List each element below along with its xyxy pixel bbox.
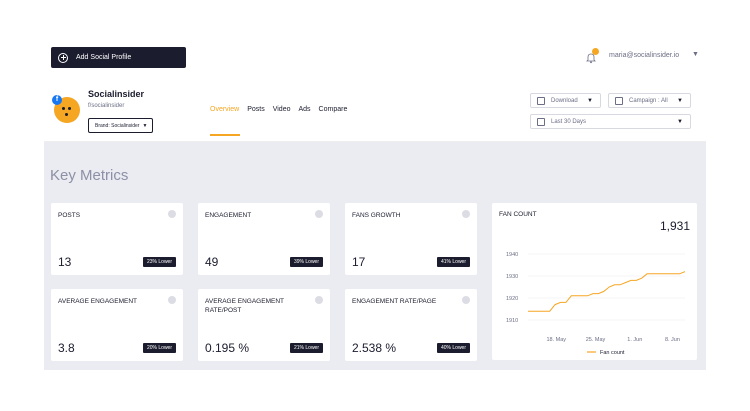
metric-value: 0.195 % bbox=[205, 341, 250, 355]
metric-card-posts: POSTS 13 23% Lower bbox=[51, 203, 183, 275]
metric-value: 49 bbox=[205, 255, 219, 269]
calendar-icon bbox=[537, 117, 545, 126]
comparison-badge: 40% Lower bbox=[436, 343, 470, 353]
date-range-dropdown[interactable]: Last 30 Days ▼ bbox=[530, 114, 691, 129]
plus-circle-icon bbox=[58, 52, 68, 63]
comparison-badge: 21% Lower bbox=[289, 343, 323, 353]
metric-card-engagement-rate-post: AVERAGE ENGAGEMENT RATE/POST 0.195 % 21%… bbox=[198, 289, 330, 361]
tab-posts[interactable]: Posts bbox=[247, 106, 265, 113]
campaign-caret-icon: ▼ bbox=[677, 97, 683, 104]
y-tick-label: 1910 bbox=[506, 318, 518, 324]
y-tick-label: 1930 bbox=[506, 274, 518, 280]
comparison-badge: 20% Lower bbox=[142, 343, 176, 353]
metric-card-engagement-rate-page: ENGAGEMENT RATE/PAGE 2.538 % 40% Lower bbox=[345, 289, 477, 361]
comparison-badge: 39% Lower bbox=[289, 257, 323, 267]
metric-value: 17 bbox=[352, 255, 366, 269]
fan-count-line bbox=[528, 271, 686, 312]
info-icon[interactable] bbox=[315, 210, 323, 218]
comparison-badge: 41% Lower bbox=[436, 257, 470, 267]
notification-dot bbox=[592, 48, 599, 55]
metric-card-average-engagement: AVERAGE ENGAGEMENT 3.8 20% Lower bbox=[51, 289, 183, 361]
metric-label: ENGAGEMENT bbox=[205, 212, 252, 219]
info-icon[interactable] bbox=[168, 210, 176, 218]
x-tick-label: 8. Jun bbox=[665, 337, 680, 343]
brand-select[interactable]: Brand: Socialinsider ▼ bbox=[88, 118, 153, 133]
active-tab-indicator bbox=[210, 134, 240, 136]
info-icon[interactable] bbox=[168, 296, 176, 304]
profile-name: Socialinsider bbox=[88, 89, 145, 99]
metric-card-fans-growth: FANS GROWTH 17 41% Lower bbox=[345, 203, 477, 275]
download-label: Download bbox=[551, 97, 578, 104]
fan-count-card: FAN COUNT 1,931 1910 1920 1930 1940 18. May 2… bbox=[492, 203, 697, 360]
brand-select-caret-icon: ▼ bbox=[142, 122, 148, 129]
x-tick-label: 18. May bbox=[546, 337, 566, 343]
add-social-profile-label: Add Social Profile bbox=[76, 54, 132, 61]
info-icon[interactable] bbox=[462, 296, 470, 304]
download-caret-icon: ▼ bbox=[587, 97, 593, 104]
avatar-face-icon bbox=[62, 107, 65, 110]
user-email[interactable]: maria@socialinsider.io bbox=[609, 52, 679, 59]
notification-bell-icon[interactable] bbox=[585, 48, 599, 64]
profile-bar: f Socialinsider f/socialinsider Brand: S… bbox=[44, 80, 706, 142]
fan-count-chart: 1910 1920 1930 1940 18. May 25. May 1. Jun 8. J… bbox=[506, 252, 686, 356]
info-icon[interactable] bbox=[315, 296, 323, 304]
campaign-dropdown[interactable]: Campaign : All ▼ bbox=[608, 93, 691, 108]
section-title: Key Metrics bbox=[50, 167, 129, 184]
metric-label: FANS GROWTH bbox=[352, 212, 401, 219]
y-tick-label: 1940 bbox=[506, 252, 518, 258]
metric-label: POSTS bbox=[58, 212, 81, 219]
fan-count-label: FAN COUNT bbox=[499, 211, 537, 218]
metric-label: AVERAGE ENGAGEMENT RATE/POST bbox=[205, 298, 284, 314]
tab-bar: Overview Posts Video Ads Compare bbox=[210, 106, 355, 113]
campaign-label: Campaign : All bbox=[629, 97, 668, 104]
metric-label: AVERAGE ENGAGEMENT bbox=[58, 298, 137, 305]
add-social-profile-button[interactable]: Add Social Profile bbox=[51, 47, 186, 68]
comparison-badge: 23% Lower bbox=[142, 257, 176, 267]
fan-count-value: 1,931 bbox=[659, 219, 690, 233]
y-tick-label: 1920 bbox=[506, 296, 518, 302]
dashboard-content: Key Metrics POSTS 13 23% Lower ENGAGEMEN… bbox=[44, 142, 706, 370]
brand-select-label: Brand: Socialinsider bbox=[95, 122, 140, 129]
tab-video[interactable]: Video bbox=[273, 106, 291, 113]
x-tick-label: 25. May bbox=[586, 337, 606, 343]
metric-value: 3.8 bbox=[58, 341, 75, 355]
metric-card-engagement: ENGAGEMENT 49 39% Lower bbox=[198, 203, 330, 275]
tab-overview[interactable]: Overview bbox=[210, 106, 239, 113]
tab-compare[interactable]: Compare bbox=[319, 106, 348, 113]
date-range-label: Last 30 Days bbox=[551, 118, 587, 125]
date-range-caret-icon: ▼ bbox=[677, 118, 683, 125]
download-dropdown[interactable]: Download ▼ bbox=[530, 93, 601, 108]
profile-avatar: f bbox=[52, 95, 80, 123]
metric-label: ENGAGEMENT RATE/PAGE bbox=[352, 298, 437, 305]
metric-value: 13 bbox=[58, 255, 72, 269]
profile-handle: f/socialinsider bbox=[88, 103, 125, 109]
top-bar: Add Social Profile maria@socialinsider.i… bbox=[44, 40, 706, 72]
legend-label: Fan count bbox=[600, 350, 625, 356]
info-icon[interactable] bbox=[462, 210, 470, 218]
bookmark-icon bbox=[615, 96, 623, 105]
tab-ads[interactable]: Ads bbox=[298, 106, 310, 113]
facebook-icon: f bbox=[52, 95, 62, 105]
x-tick-label: 1. Jun bbox=[627, 337, 642, 343]
user-menu-caret-icon[interactable]: ▼ bbox=[692, 51, 699, 58]
metric-value: 2.538 % bbox=[352, 341, 397, 355]
download-icon bbox=[537, 96, 545, 105]
